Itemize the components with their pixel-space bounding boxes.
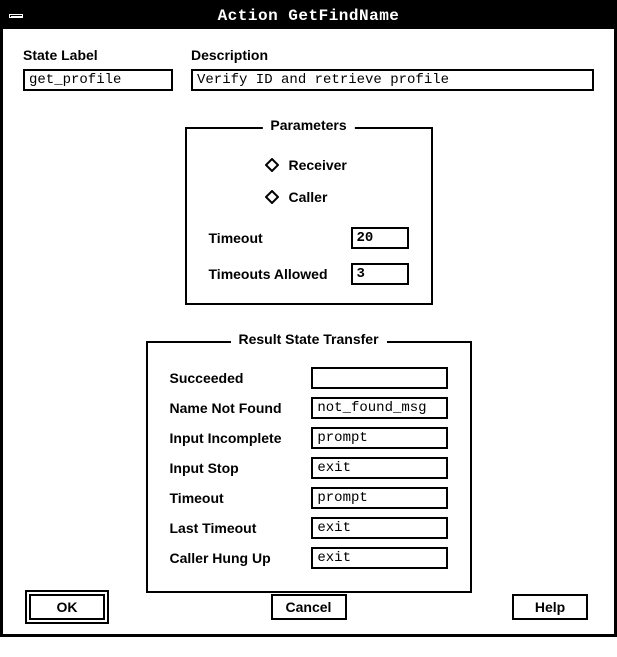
- result-row-input-stop: Input Stop exit: [170, 453, 448, 483]
- titlebar[interactable]: Action GetFindName: [3, 3, 614, 29]
- client-area: State Label get_profile Description Veri…: [3, 29, 614, 657]
- result-row-timeout: Timeout prompt: [170, 483, 448, 513]
- dialog-window: Action GetFindName State Label get_profi…: [0, 0, 617, 637]
- result-label: Timeout: [170, 490, 312, 506]
- radio-receiver[interactable]: Receiver: [265, 149, 409, 181]
- timeouts-allowed-label: Timeouts Allowed: [209, 266, 328, 282]
- parameters-legend: Parameters: [262, 117, 354, 133]
- help-button[interactable]: Help: [512, 594, 588, 620]
- result-field-last-timeout[interactable]: exit: [311, 517, 447, 539]
- ok-button[interactable]: OK: [29, 594, 105, 620]
- timeout-label: Timeout: [209, 230, 263, 246]
- state-label-column: State Label get_profile: [23, 47, 173, 91]
- description-caption: Description: [191, 47, 594, 63]
- timeout-input[interactable]: 20: [351, 227, 409, 249]
- radio-caller-label: Caller: [289, 189, 328, 205]
- result-row-name-not-found: Name Not Found not_found_msg: [170, 393, 448, 423]
- description-column: Description Verify ID and retrieve profi…: [191, 47, 594, 91]
- result-legend: Result State Transfer: [230, 331, 386, 347]
- state-label-input[interactable]: get_profile: [23, 69, 173, 91]
- result-field-input-stop[interactable]: exit: [311, 457, 447, 479]
- result-field-timeout[interactable]: prompt: [311, 487, 447, 509]
- parameters-group: Parameters Receiver: [185, 127, 433, 305]
- system-menu-icon: [9, 14, 23, 18]
- result-label: Input Incomplete: [170, 430, 312, 446]
- system-menu-button[interactable]: [6, 6, 26, 26]
- radio-caller[interactable]: Caller: [265, 181, 409, 213]
- top-row: State Label get_profile Description Veri…: [23, 47, 594, 91]
- state-label-caption: State Label: [23, 47, 173, 63]
- result-field-name-not-found[interactable]: not_found_msg: [311, 397, 447, 419]
- result-state-transfer-group: Result State Transfer Succeeded Name Not…: [146, 341, 472, 593]
- radio-receiver-label: Receiver: [289, 157, 347, 173]
- result-label: Caller Hung Up: [170, 550, 312, 566]
- diamond-icon: [265, 158, 279, 172]
- window-title: Action GetFindName: [218, 7, 400, 25]
- result-label: Succeeded: [170, 370, 312, 386]
- button-bar: OK Cancel Help: [3, 594, 614, 620]
- result-row-succeeded: Succeeded: [170, 363, 448, 393]
- timeouts-allowed-input[interactable]: 3: [351, 263, 409, 285]
- result-field-input-incomplete[interactable]: prompt: [311, 427, 447, 449]
- result-row-caller-hung-up: Caller Hung Up exit: [170, 543, 448, 573]
- timeout-row: Timeout 20: [209, 227, 409, 249]
- description-input[interactable]: Verify ID and retrieve profile: [191, 69, 594, 91]
- result-row-input-incomplete: Input Incomplete prompt: [170, 423, 448, 453]
- result-field-succeeded[interactable]: [311, 367, 447, 389]
- result-field-caller-hung-up[interactable]: exit: [311, 547, 447, 569]
- timeouts-allowed-row: Timeouts Allowed 3: [209, 263, 409, 285]
- result-label: Name Not Found: [170, 400, 312, 416]
- result-label: Input Stop: [170, 460, 312, 476]
- result-row-last-timeout: Last Timeout exit: [170, 513, 448, 543]
- diamond-icon: [265, 190, 279, 204]
- result-label: Last Timeout: [170, 520, 312, 536]
- cancel-button[interactable]: Cancel: [271, 594, 347, 620]
